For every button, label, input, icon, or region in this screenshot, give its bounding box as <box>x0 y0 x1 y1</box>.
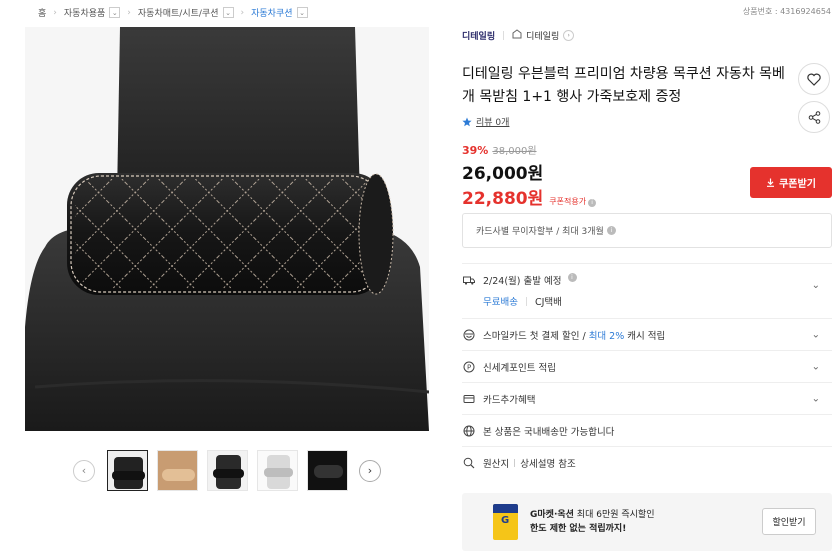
promo-line1-bold: G마켓·옥션 <box>530 510 574 520</box>
discount-rate: 39% <box>462 144 489 157</box>
review-count: 리뷰 0개 <box>476 118 510 128</box>
thumbnail-3[interactable] <box>207 450 248 491</box>
benefit-list: 2/24(월) 출발 예정 i 무료배송 CJ택배 ⌄ 스마일카드 첫 결제 할… <box>462 263 832 479</box>
divider <box>525 296 527 306</box>
breadcrumb-home[interactable]: 홈 <box>38 6 46 19</box>
shinsegae-point-row[interactable]: P 신세계포인트 적립 ⌄ <box>462 351 832 383</box>
thumbnail-1[interactable] <box>107 450 148 491</box>
neck-cushion-image <box>25 27 429 431</box>
card-benefit-text: 카드추가혜택 <box>483 394 536 406</box>
star-icon <box>462 117 472 126</box>
coupon-button-label: 쿠폰받기 <box>779 179 816 190</box>
point-icon: P <box>462 360 476 374</box>
thumbnail-image <box>208 451 247 490</box>
product-info-panel: 디테일링 디테일링 › 디테일링 우븐블럭 프리미엄 차량용 목쿠션 자동차 목… <box>462 27 832 470</box>
chevron-down-icon[interactable]: ⌄ <box>222 7 234 18</box>
globe-icon <box>462 424 476 438</box>
review-link[interactable]: 리뷰 0개 <box>462 115 509 128</box>
breadcrumb-separator: › <box>53 7 57 18</box>
card-installment-box[interactable]: 카드사별 무이자할부 / 최대 3개월 i <box>462 213 832 248</box>
coupon-download-button[interactable]: 쿠폰받기 <box>750 167 832 198</box>
shipping-date: 2/24(월) 출발 예정 <box>483 276 562 287</box>
chevron-down-icon[interactable]: ⌄ <box>812 329 820 340</box>
chevron-down-icon[interactable]: ⌄ <box>812 393 820 404</box>
courier-name: CJ택배 <box>534 297 562 308</box>
card-benefit-row[interactable]: 카드추가혜택 ⌄ <box>462 383 832 415</box>
promo-text: G마켓·옥션 최대 6만원 즉시할인 한도 제한 없는 적립까지! <box>530 508 655 536</box>
breadcrumb-separator: › <box>240 7 245 18</box>
thumbnail-5[interactable] <box>307 450 348 491</box>
info-icon[interactable]: i <box>606 226 616 235</box>
breadcrumb-level3[interactable]: 자동차쿠션 <box>251 6 292 19</box>
thumbnail-4[interactable] <box>257 450 298 491</box>
smile-card-highlight: 최대 2% <box>588 330 625 342</box>
smile-card-suffix: 캐시 적립 <box>627 330 666 342</box>
info-icon[interactable]: i <box>567 273 577 282</box>
divider <box>514 459 516 467</box>
heart-icon <box>807 73 821 86</box>
shipping-row[interactable]: 2/24(월) 출발 예정 i 무료배송 CJ택배 ⌄ <box>462 264 832 319</box>
smile-card-icon <box>462 328 476 342</box>
chevron-down-icon[interactable]: ⌄ <box>296 7 308 18</box>
chevron-left-icon[interactable]: ‹ <box>73 459 95 482</box>
origin-label: 원산지 <box>483 459 510 470</box>
coupon-price: 22,880원 <box>462 189 544 209</box>
chevron-right-icon[interactable]: › <box>563 29 575 41</box>
smile-card-text: 스마일카드 첫 결제 할인 / <box>483 330 586 342</box>
origin-row: 원산지 상세설명 참조 <box>462 447 832 479</box>
breadcrumb-separator: › <box>127 7 131 18</box>
coupon-price-tag: 쿠폰적용가 <box>549 197 587 206</box>
price-block: 39% 38,000원 26,000원 22,880원 쿠폰적용가 i <box>462 142 597 209</box>
breadcrumb-level2[interactable]: 자동차매트/시트/쿠션 <box>138 6 219 19</box>
share-button[interactable] <box>798 101 830 133</box>
chevron-down-icon[interactable]: ⌄ <box>812 361 820 372</box>
thumbnail-2[interactable] <box>157 450 198 491</box>
product-number: 상품번호 : 4316924654 <box>742 7 831 16</box>
thumbnail-strip: ‹ › <box>73 450 381 491</box>
breadcrumb: 홈 › 자동차용품 ⌄ › 자동차매트/시트/쿠션 ⌄ › 자동차쿠션 ⌄ <box>38 6 308 19</box>
shop-bar: 디테일링 디테일링 › <box>462 27 832 43</box>
chevron-down-icon[interactable]: ⌄ <box>109 7 121 18</box>
truck-icon <box>462 273 476 287</box>
wishlist-button[interactable] <box>798 63 830 95</box>
brand-link[interactable]: 디테일링 <box>462 29 495 42</box>
product-title: 디테일링 우븐블럭 프리미엄 차량용 목쿠션 자동차 목베개 목받침 1+1 행… <box>462 66 785 105</box>
divider <box>503 30 505 40</box>
store-link[interactable]: 디테일링 <box>526 29 559 42</box>
thumbnail-image <box>258 451 297 490</box>
shinsegae-point-text: 신세계포인트 적립 <box>483 362 556 374</box>
sale-price: 26,000원 <box>462 164 544 184</box>
chevron-right-icon[interactable]: › <box>359 459 381 482</box>
thumbnail-image <box>158 451 197 490</box>
smile-card-row[interactable]: 스마일카드 첫 결제 할인 / 최대 2% 캐시 적립 ⌄ <box>462 319 832 351</box>
thumbnail-image <box>308 451 347 490</box>
download-icon <box>767 178 775 187</box>
share-icon <box>808 110 820 124</box>
get-discount-button[interactable]: 할인받기 <box>762 508 816 535</box>
product-main-image <box>25 27 429 431</box>
free-shipping: 무료배송 <box>483 297 518 308</box>
thumbnail-image <box>108 451 147 490</box>
promo-line2: 한도 제한 없는 적립까지! <box>530 524 627 534</box>
origin-text: 상세설명 참조 <box>520 459 576 470</box>
domestic-shipping-row: 본 상품은 국내배송만 가능합니다 <box>462 415 832 447</box>
original-price: 38,000원 <box>492 146 537 157</box>
card-installment-text: 카드사별 무이자할부 / 최대 3개월 <box>476 227 604 237</box>
coupon-ticket-icon <box>493 504 518 540</box>
svg-text:P: P <box>467 363 471 371</box>
info-icon[interactable]: i <box>588 198 597 207</box>
store-icon <box>512 28 522 42</box>
gmarket-promo-banner: G마켓·옥션 최대 6만원 즉시할인 한도 제한 없는 적립까지! 할인받기 <box>462 493 832 551</box>
breadcrumb-level1[interactable]: 자동차용품 <box>64 6 105 19</box>
origin-search-icon <box>462 456 476 470</box>
chevron-down-icon[interactable]: ⌄ <box>812 280 820 291</box>
domestic-shipping-text: 본 상품은 국내배송만 가능합니다 <box>483 426 615 438</box>
promo-line1-rest: 최대 6만원 즉시할인 <box>573 510 655 520</box>
card-icon <box>462 392 476 406</box>
